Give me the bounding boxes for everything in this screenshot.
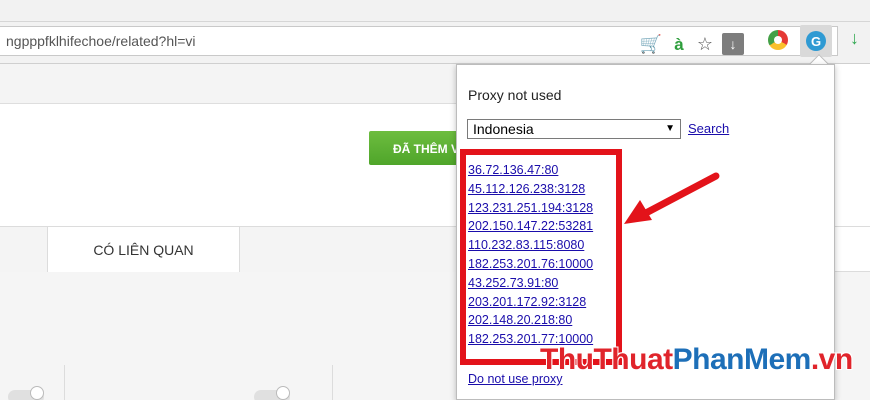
url-text: ngpppfklhifechoe/related?hl=vi [6, 33, 196, 49]
page-subheader [0, 64, 456, 104]
tab-strip [0, 0, 870, 22]
watermark-part: Thuat [593, 343, 673, 376]
download-icon[interactable]: ↓ [722, 33, 744, 55]
proxy-ext-icon: G [806, 31, 826, 51]
toggle-knob [276, 386, 290, 400]
watermark: ThuThuatPhanMem.vn [540, 343, 853, 377]
search-link[interactable]: Search [688, 121, 729, 136]
watermark-part: .vn [810, 343, 853, 376]
cart-icon[interactable]: 🛒 [640, 33, 662, 55]
added-button[interactable]: ĐÃ THÊM VÀO [369, 131, 456, 165]
star-icon[interactable]: ☆ [694, 33, 716, 55]
highlight-arrow [624, 172, 720, 224]
a-icon[interactable]: à [668, 33, 690, 55]
proxy-extension-button[interactable]: G [800, 25, 832, 57]
green-download-icon[interactable]: ↓ [850, 28, 859, 49]
toggle-knob [30, 386, 44, 400]
watermark-part: PhanMem [672, 343, 812, 376]
address-bar[interactable]: ngpppfklhifechoe/related?hl=vi 🛒 à ☆ ↓ [0, 26, 838, 56]
watermark-part: Thu [540, 343, 594, 376]
country-select[interactable]: Indonesia ▼ [467, 119, 681, 139]
highlight-box [460, 149, 622, 365]
chromium-ext-icon[interactable] [768, 30, 788, 50]
card-divider [332, 365, 333, 400]
card-toggle[interactable] [254, 386, 290, 400]
tab-previous[interactable] [0, 227, 48, 272]
browser-toolbar: ngpppfklhifechoe/related?hl=vi 🛒 à ☆ ↓ G… [0, 22, 870, 64]
card-divider [64, 365, 65, 400]
proxy-status-text: Proxy not used [468, 87, 562, 103]
select-arrow-icon: ▼ [665, 123, 675, 134]
card-toggle[interactable] [8, 386, 44, 400]
tab-related[interactable]: CÓ LIÊN QUAN [48, 227, 240, 273]
country-select-value: Indonesia [473, 121, 534, 137]
tab-next[interactable] [240, 227, 456, 272]
